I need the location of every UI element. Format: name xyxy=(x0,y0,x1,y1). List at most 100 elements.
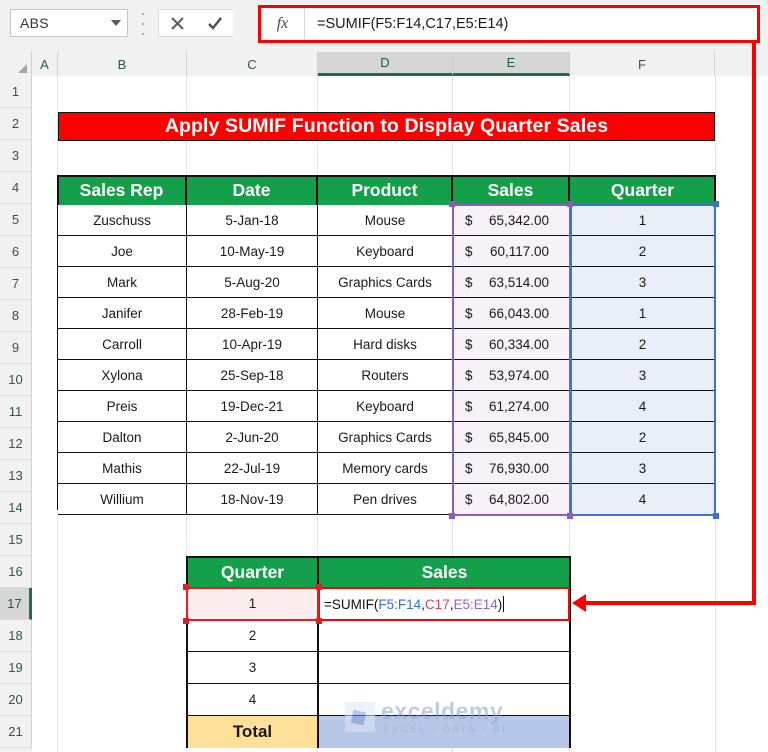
selection-handle[interactable] xyxy=(567,513,573,519)
summary-cell-quarter-3[interactable]: 3 xyxy=(188,652,317,684)
cell-quarter[interactable]: 2 xyxy=(570,422,715,453)
cell-rep[interactable]: Joe xyxy=(58,236,187,267)
row-header-17[interactable]: 17 xyxy=(0,588,32,620)
column-header-e[interactable]: E xyxy=(453,52,570,76)
more-options-icon[interactable] xyxy=(140,13,146,35)
selection-handle[interactable] xyxy=(183,584,189,590)
cell-quarter[interactable]: 3 xyxy=(570,453,715,484)
cell-quarter[interactable]: 1 xyxy=(570,205,715,236)
column-header-g[interactable] xyxy=(715,52,768,76)
summary-cell-quarter-4[interactable]: 4 xyxy=(188,684,317,716)
active-cell-editor[interactable]: =SUMIF(F5:F14, C17, E5:E14) xyxy=(318,587,570,621)
cell-sales[interactable]: $76,930.00 xyxy=(453,453,570,484)
cell-date[interactable]: 19-Dec-21 xyxy=(187,391,318,422)
summary-cell-sales-4[interactable] xyxy=(319,684,569,716)
cell-rep[interactable]: Zuschuss xyxy=(58,205,187,236)
cell-date[interactable]: 10-Apr-19 xyxy=(187,329,318,360)
cell-sales[interactable]: $66,043.00 xyxy=(453,298,570,329)
close-icon[interactable] xyxy=(159,10,196,36)
cell-rep[interactable]: Carroll xyxy=(58,329,187,360)
cell-quarter[interactable]: 4 xyxy=(570,391,715,422)
summary-cell-sales-2[interactable] xyxy=(319,620,569,652)
cell-date[interactable]: 22-Jul-19 xyxy=(187,453,318,484)
row-header-11[interactable]: 11 xyxy=(0,396,32,428)
cell-rep[interactable]: Dalton xyxy=(58,422,187,453)
selection-handle[interactable] xyxy=(316,618,322,624)
cell-product[interactable]: Hard disks xyxy=(318,329,453,360)
cell-product[interactable]: Pen drives xyxy=(318,484,453,515)
cell-date[interactable]: 28-Feb-19 xyxy=(187,298,318,329)
cell-quarter[interactable]: 3 xyxy=(570,267,715,298)
select-all-button[interactable] xyxy=(0,52,32,76)
selection-handle[interactable] xyxy=(713,201,719,207)
cell-sales[interactable]: $65,342.00 xyxy=(453,205,570,236)
cell-quarter[interactable]: 4 xyxy=(570,484,715,515)
row-header-19[interactable]: 19 xyxy=(0,652,32,684)
row-header-9[interactable]: 9 xyxy=(0,332,32,364)
row-header-3[interactable]: 3 xyxy=(0,140,32,172)
summary-total-value[interactable] xyxy=(319,716,569,748)
summary-cell-quarter-2[interactable]: 2 xyxy=(188,620,317,652)
row-header-15[interactable]: 15 xyxy=(0,524,32,556)
worksheet-grid[interactable]: Apply SUMIF Function to Display Quarter … xyxy=(32,76,768,752)
row-header-21[interactable]: 21 xyxy=(0,716,32,748)
selection-handle[interactable] xyxy=(449,513,455,519)
cell-product[interactable]: Graphics Cards xyxy=(318,422,453,453)
column-header-c[interactable]: C xyxy=(187,52,318,76)
row-header-16[interactable]: 16 xyxy=(0,556,32,588)
cell-product[interactable]: Mouse xyxy=(318,205,453,236)
row-header-8[interactable]: 8 xyxy=(0,300,32,332)
check-icon[interactable] xyxy=(196,10,233,36)
cell-rep[interactable]: Mathis xyxy=(58,453,187,484)
cell-sales[interactable]: $60,117.00 xyxy=(453,236,570,267)
cell-date[interactable]: 5-Jan-18 xyxy=(187,205,318,236)
cell-product[interactable]: Keyboard xyxy=(318,236,453,267)
row-header-6[interactable]: 6 xyxy=(0,236,32,268)
cell-sales[interactable]: $60,334.00 xyxy=(453,329,570,360)
cell-date[interactable]: 5-Aug-20 xyxy=(187,267,318,298)
column-header-a[interactable]: A xyxy=(32,52,58,76)
row-header-10[interactable]: 10 xyxy=(0,364,32,396)
cell-rep[interactable]: Willium xyxy=(58,484,187,515)
cell-date[interactable]: 2-Jun-20 xyxy=(187,422,318,453)
cell-rep[interactable]: Janifer xyxy=(58,298,187,329)
cell-product[interactable]: Routers xyxy=(318,360,453,391)
row-header-4[interactable]: 4 xyxy=(0,172,32,204)
cell-sales[interactable]: $63,514.00 xyxy=(453,267,570,298)
selection-handle[interactable] xyxy=(449,201,455,207)
row-header-18[interactable]: 18 xyxy=(0,620,32,652)
cell-date[interactable]: 25-Sep-18 xyxy=(187,360,318,391)
name-box[interactable]: ABS xyxy=(10,9,128,37)
cell-quarter[interactable]: 3 xyxy=(570,360,715,391)
cell-product[interactable]: Mouse xyxy=(318,298,453,329)
selection-handle[interactable] xyxy=(183,618,189,624)
cell-sales[interactable]: $53,974.00 xyxy=(453,360,570,391)
cell-date[interactable]: 10-May-19 xyxy=(187,236,318,267)
cell-rep[interactable]: Xylona xyxy=(58,360,187,391)
cell-sales[interactable]: $64,802.00 xyxy=(453,484,570,515)
row-header-7[interactable]: 7 xyxy=(0,268,32,300)
row-header-5[interactable]: 5 xyxy=(0,204,32,236)
cell-quarter[interactable]: 2 xyxy=(570,329,715,360)
cell-rep[interactable]: Preis xyxy=(58,391,187,422)
row-header-20[interactable]: 20 xyxy=(0,684,32,716)
cell-sales[interactable]: $61,274.00 xyxy=(453,391,570,422)
cell-quarter[interactable]: 2 xyxy=(570,236,715,267)
cell-quarter[interactable]: 1 xyxy=(570,298,715,329)
summary-cell-sales-3[interactable] xyxy=(319,652,569,684)
row-header-12[interactable]: 12 xyxy=(0,428,32,460)
cell-product[interactable]: Graphics Cards xyxy=(318,267,453,298)
cell-product[interactable]: Keyboard xyxy=(318,391,453,422)
row-header-13[interactable]: 13 xyxy=(0,460,32,492)
selection-handle[interactable] xyxy=(567,201,573,207)
cell-rep[interactable]: Mark xyxy=(58,267,187,298)
fx-icon[interactable]: fx xyxy=(261,8,305,40)
row-header-2[interactable]: 2 xyxy=(0,108,32,140)
summary-cell-quarter-1[interactable]: 1 xyxy=(188,588,317,620)
cell-date[interactable]: 18-Nov-19 xyxy=(187,484,318,515)
chevron-down-icon[interactable] xyxy=(105,20,127,26)
selection-handle[interactable] xyxy=(316,584,322,590)
row-header-1[interactable]: 1 xyxy=(0,76,32,108)
formula-input[interactable]: =SUMIF(F5:F14,C17,E5:E14) xyxy=(305,16,757,32)
row-header-14[interactable]: 14 xyxy=(0,492,32,524)
